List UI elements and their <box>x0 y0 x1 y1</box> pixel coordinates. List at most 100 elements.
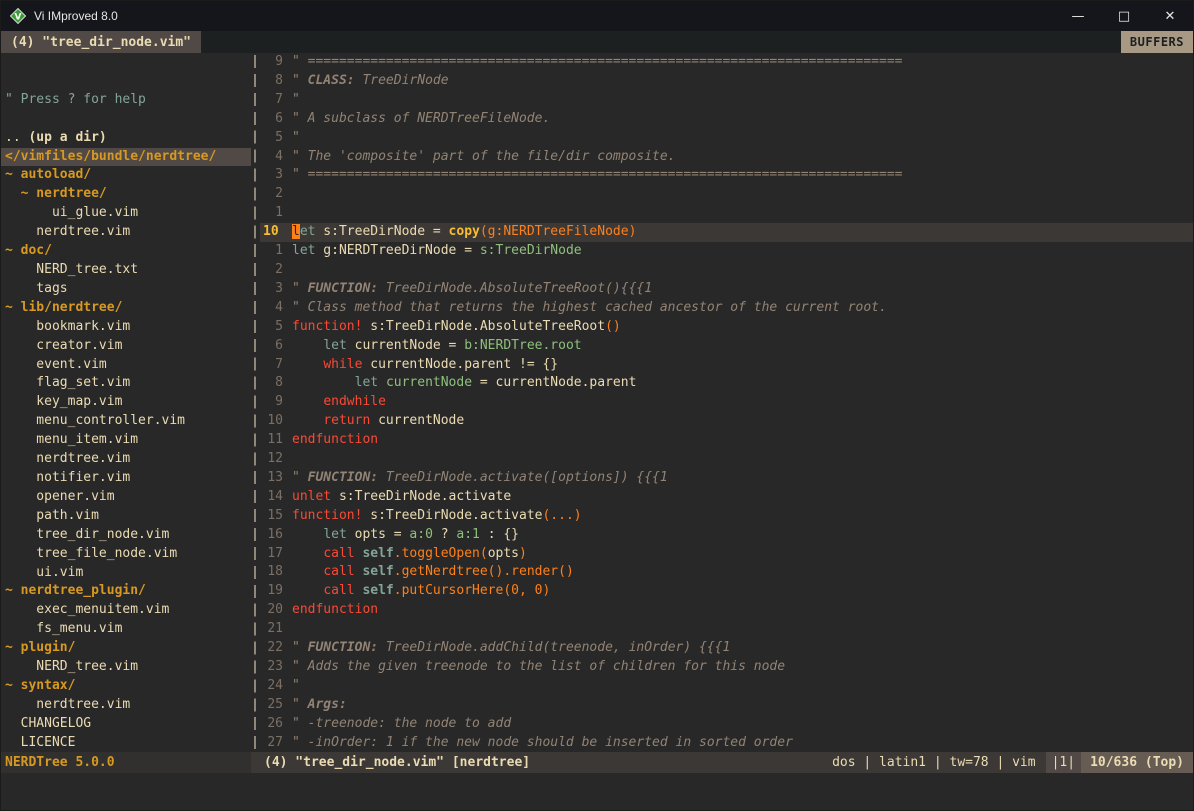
code-line[interactable]: 22" FUNCTION: TreeDirNode.addChild(treen… <box>260 639 1193 658</box>
tree-item[interactable]: bookmark.vim <box>5 318 251 337</box>
tree-item[interactable]: ~ lib/nerdtree/ <box>5 299 251 318</box>
tree-item[interactable]: nerdtree.vim <box>5 450 251 469</box>
syntax-segment: : {} <box>480 527 519 542</box>
code-line[interactable]: 19 call self.putCursorHere(0, 0) <box>260 582 1193 601</box>
code-line[interactable]: 16 let opts = a:0 ? a:1 : {} <box>260 526 1193 545</box>
tree-item-text: ~ nerdtree/ <box>5 186 107 201</box>
syntax-segment <box>292 413 323 428</box>
tree-item[interactable]: key_map.vim <box>5 393 251 412</box>
code-line[interactable]: 8" CLASS: TreeDirNode <box>260 72 1193 91</box>
tree-item[interactable]: nerdtree.vim <box>5 223 251 242</box>
code-line[interactable]: 11endfunction <box>260 431 1193 450</box>
code-line[interactable]: 13" FUNCTION: TreeDirNode.activate([opti… <box>260 469 1193 488</box>
window-separator[interactable] <box>251 53 260 752</box>
code-text: let opts = a:0 ? a:1 : {} <box>292 526 519 545</box>
code-line[interactable]: 26" -treenode: the node to add <box>260 715 1193 734</box>
syntax-segment: fs_menu.vim <box>5 621 122 636</box>
code-line[interactable]: 5" <box>260 129 1193 148</box>
tree-item[interactable]: tree_file_node.vim <box>5 545 251 564</box>
code-line[interactable]: 12 <box>260 450 1193 469</box>
code-text: return currentNode <box>292 412 464 431</box>
tree-item[interactable]: event.vim <box>5 356 251 375</box>
code-line[interactable]: 2 <box>260 185 1193 204</box>
editor-panel[interactable]: 9" =====================================… <box>260 53 1193 752</box>
code-text: " FUNCTION: TreeDirNode.activate([option… <box>292 469 668 488</box>
tree-item[interactable]: ~ autoload/ <box>5 166 251 185</box>
code-line[interactable]: 6 let currentNode = b:NERDTree.root <box>260 337 1193 356</box>
tree-item[interactable] <box>5 110 251 129</box>
tree-item[interactable]: nerdtree.vim <box>5 696 251 715</box>
tree-item[interactable]: .. (up a dir) <box>5 129 251 148</box>
tree-item[interactable]: menu_controller.vim <box>5 412 251 431</box>
minimize-button[interactable]: — <box>1055 1 1101 31</box>
code-line[interactable]: 21 <box>260 620 1193 639</box>
syntax-segment: b:NERDTree.root <box>464 338 581 353</box>
tree-item[interactable]: creator.vim <box>5 337 251 356</box>
code-line[interactable]: 9" =====================================… <box>260 53 1193 72</box>
tree-item[interactable]: tags <box>5 280 251 299</box>
tree-item[interactable]: ~ doc/ <box>5 242 251 261</box>
code-line[interactable]: 10 return currentNode <box>260 412 1193 431</box>
tree-item[interactable]: flag_set.vim <box>5 374 251 393</box>
tabline: (4) "tree_dir_node.vim" BUFFERS <box>1 31 1193 53</box>
code-line[interactable]: 4" Class method that returns the highest… <box>260 299 1193 318</box>
tree-item[interactable]: NERD_tree.txt <box>5 261 251 280</box>
tab-active[interactable]: (4) "tree_dir_node.vim" <box>1 31 201 53</box>
tree-item[interactable]: ~ nerdtree_plugin/ <box>5 582 251 601</box>
code-line[interactable]: 4" The 'composite' part of the file/dir … <box>260 148 1193 167</box>
syntax-segment: currentNode.parent != {} <box>362 357 558 372</box>
tree-item[interactable]: ~ plugin/ <box>5 639 251 658</box>
code-line[interactable]: 14unlet s:TreeDirNode.activate <box>260 488 1193 507</box>
tree-item[interactable]: path.vim <box>5 507 251 526</box>
line-number: 4 <box>260 148 292 167</box>
code-line[interactable]: 1let g:NERDTreeDirNode = s:TreeDirNode <box>260 242 1193 261</box>
code-line[interactable]: 20endfunction <box>260 601 1193 620</box>
tree-item-text: NERD_tree.vim <box>5 659 138 674</box>
code-line[interactable]: 5function! s:TreeDirNode.AbsoluteTreeRoo… <box>260 318 1193 337</box>
code-line[interactable]: 9 endwhile <box>260 393 1193 412</box>
code-line[interactable]: 15function! s:TreeDirNode.activate(...) <box>260 507 1193 526</box>
code-line[interactable]: 6" A subclass of NERDTreeFileNode. <box>260 110 1193 129</box>
code-line[interactable]: 2 <box>260 261 1193 280</box>
tree-item[interactable]: fs_menu.vim <box>5 620 251 639</box>
tree-item[interactable]: ~ nerdtree/ <box>5 185 251 204</box>
close-button[interactable]: ✕ <box>1147 1 1193 31</box>
code-line[interactable]: 1 <box>260 204 1193 223</box>
code-line[interactable]: 23" Adds the given treenode to the list … <box>260 658 1193 677</box>
syntax-segment: LICENCE <box>5 735 75 750</box>
code-text: endfunction <box>292 601 378 620</box>
statusline-main: (4) "tree_dir_node.vim" [nerdtree] dos |… <box>260 752 1193 773</box>
code-line[interactable]: 24" <box>260 677 1193 696</box>
tree-item[interactable]: ui_glue.vim <box>5 204 251 223</box>
tree-item[interactable]: ui.vim <box>5 564 251 583</box>
tree-item[interactable]: tree_dir_node.vim <box>5 526 251 545</box>
tree-item[interactable]: LICENCE <box>5 734 251 752</box>
code-line[interactable]: 25" Args: <box>260 696 1193 715</box>
command-line[interactable] <box>1 773 1193 810</box>
tree-item-text: NERD_tree.txt <box>5 262 138 277</box>
code-line[interactable]: 3" FUNCTION: TreeDirNode.AbsoluteTreeRoo… <box>260 280 1193 299</box>
code-line[interactable]: 27" -inOrder: 1 if the new node should b… <box>260 734 1193 752</box>
syntax-segment: " -treenode: the node to add <box>292 716 511 731</box>
tree-item[interactable]: " Press ? for help <box>5 91 251 110</box>
code-line[interactable]: 7" <box>260 91 1193 110</box>
code-line[interactable]: 18 call self.getNerdtree().render() <box>260 563 1193 582</box>
tree-item[interactable]: notifier.vim <box>5 469 251 488</box>
code-line[interactable]: 7 while currentNode.parent != {} <box>260 356 1193 375</box>
tree-item[interactable]: ~ syntax/ <box>5 677 251 696</box>
code-line[interactable]: 17 call self.toggleOpen(opts) <box>260 545 1193 564</box>
tree-item[interactable]: opener.vim <box>5 488 251 507</box>
line-number: 22 <box>260 639 292 658</box>
tree-item[interactable]: CHANGELOG <box>5 715 251 734</box>
text-cursor: l <box>292 224 300 239</box>
syntax-segment: nerdtree.vim <box>5 697 130 712</box>
code-line[interactable]: 3" =====================================… <box>260 166 1193 185</box>
tree-item[interactable]: NERD_tree.vim <box>5 658 251 677</box>
tree-root-item[interactable]: </vimfiles/bundle/nerdtree/ <box>1 148 251 167</box>
code-line[interactable]: 10let s:TreeDirNode = copy(g:NERDTreeFil… <box>260 223 1193 242</box>
syntax-segment: CLASS: <box>308 73 355 88</box>
maximize-button[interactable]: □ <box>1101 1 1147 31</box>
code-line[interactable]: 8 let currentNode = currentNode.parent <box>260 374 1193 393</box>
tree-item[interactable]: exec_menuitem.vim <box>5 601 251 620</box>
tree-item[interactable]: menu_item.vim <box>5 431 251 450</box>
